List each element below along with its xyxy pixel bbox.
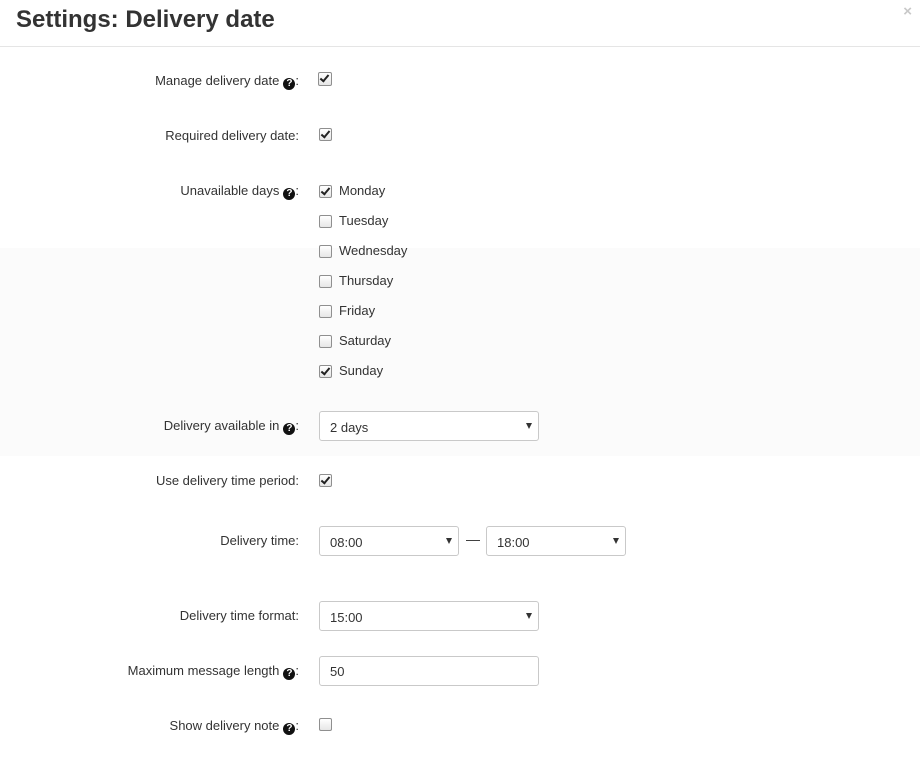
day-checkbox-thursday[interactable] — [319, 275, 332, 288]
time-range-separator: — — [466, 531, 480, 547]
day-label-friday: Friday — [339, 303, 376, 318]
chevron-down-icon — [526, 613, 532, 619]
required-delivery-date-label: Required delivery date: — [165, 128, 299, 143]
dialog-header: Settings: Delivery date × — [0, 0, 920, 47]
show-delivery-note-label: Show delivery note?: — [169, 718, 299, 735]
required-delivery-date-checkbox[interactable] — [319, 128, 332, 141]
chevron-down-icon — [526, 423, 532, 429]
delivery-time-format-select[interactable]: 15:00 — [319, 601, 539, 631]
delivery-time-format-label: Delivery time format: — [179, 608, 299, 623]
day-label-sunday: Sunday — [339, 363, 384, 378]
maximum-message-length-input[interactable] — [319, 656, 539, 686]
maximum-message-length-label: Maximum message length?: — [127, 663, 299, 680]
use-delivery-time-period-checkbox[interactable] — [319, 474, 332, 487]
delivery-available-in-value: 2 days — [330, 420, 369, 435]
close-icon[interactable]: × — [903, 4, 912, 19]
delivery-time-to-value: 18:00 — [497, 535, 530, 550]
day-label-tuesday: Tuesday — [339, 213, 389, 228]
day-checkbox-friday[interactable] — [319, 305, 332, 318]
dialog-title: Settings: Delivery date — [16, 6, 275, 33]
manage-delivery-date-label: Manage delivery date?: — [155, 73, 299, 90]
day-checkbox-wednesday[interactable] — [319, 245, 332, 258]
manage-delivery-date-checkbox[interactable] — [318, 72, 332, 86]
day-checkbox-sunday[interactable] — [319, 365, 332, 378]
day-label-wednesday: Wednesday — [339, 243, 408, 258]
help-icon[interactable]: ? — [283, 78, 296, 90]
delivery-available-in-select[interactable]: 2 days — [319, 411, 539, 441]
help-icon[interactable]: ? — [283, 723, 296, 735]
unavailable-days-label: Unavailable days?: — [180, 183, 299, 200]
delivery-time-from-select[interactable]: 08:00 — [319, 526, 459, 556]
show-delivery-note-checkbox[interactable] — [319, 718, 332, 731]
use-delivery-time-period-label: Use delivery time period: — [155, 473, 299, 488]
delivery-time-label: Delivery time: — [220, 533, 299, 548]
day-label-saturday: Saturday — [339, 333, 392, 348]
help-icon[interactable]: ? — [283, 188, 296, 200]
delivery-time-format-value: 15:00 — [330, 610, 363, 625]
day-checkbox-saturday[interactable] — [319, 335, 332, 348]
help-icon[interactable]: ? — [283, 423, 296, 435]
delivery-available-in-label: Delivery available in?: — [163, 418, 299, 435]
delivery-time-to-select[interactable]: 18:00 — [486, 526, 626, 556]
chevron-down-icon — [446, 538, 452, 544]
day-checkbox-monday[interactable] — [319, 185, 332, 198]
day-label-thursday: Thursday — [339, 273, 394, 288]
delivery-time-from-value: 08:00 — [330, 535, 363, 550]
chevron-down-icon — [613, 538, 619, 544]
help-icon[interactable]: ? — [283, 668, 296, 680]
day-checkbox-tuesday[interactable] — [319, 215, 332, 228]
day-label-monday: Monday — [339, 183, 386, 198]
